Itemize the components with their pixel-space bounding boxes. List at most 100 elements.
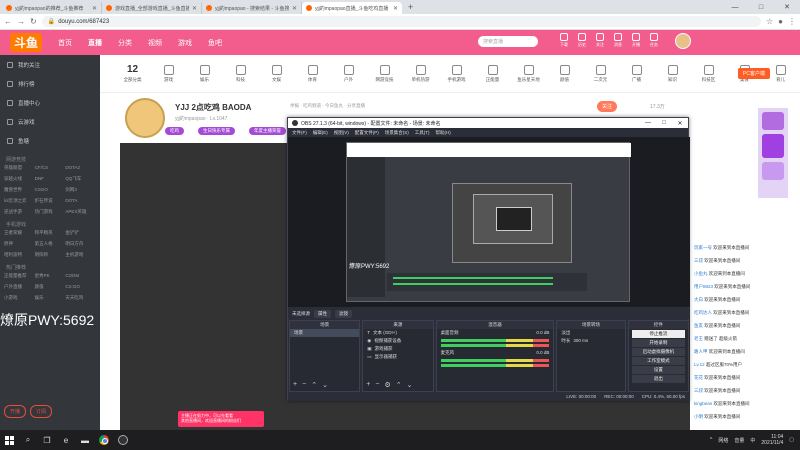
down-icon[interactable]: ⌄	[322, 381, 328, 389]
edge-icon[interactable]: e	[61, 435, 71, 445]
sidebar-game[interactable]: CSGO	[35, 187, 66, 193]
sidebar-game[interactable]: 逆战手游	[4, 209, 35, 215]
sidebar-item-cloudgame[interactable]: 云游戏	[0, 112, 100, 131]
sidebar-game[interactable]: DOTA	[65, 198, 96, 204]
subscribe-button[interactable]: 订阅	[30, 405, 53, 418]
transition-select[interactable]: 淡出	[557, 329, 624, 337]
room-meta[interactable]: 举报 · 吃鸡频道 · 今日鱼丸 · 分享直播	[290, 103, 365, 109]
follow-button[interactable]: 关注	[597, 101, 618, 112]
anchor-avatar[interactable]	[125, 98, 165, 138]
reload-icon[interactable]: ↻	[30, 17, 37, 26]
clock[interactable]: 11:04 2021/11/4	[761, 434, 783, 446]
category-item[interactable]: 单机热游	[408, 64, 433, 83]
sidebar-game[interactable]: lol云顶之弈	[4, 198, 35, 204]
category-item[interactable]: 育儿	[768, 64, 793, 83]
sidebar-game[interactable]: DOTA2	[65, 165, 96, 171]
scene-item[interactable]: 场景	[290, 329, 360, 337]
category-item[interactable]: 手机游戏	[444, 64, 469, 83]
close-tab-icon[interactable]: ✕	[292, 5, 297, 12]
sidebar-game[interactable]: CODM	[65, 273, 96, 279]
obs-menu-file[interactable]: 文件(F)	[292, 130, 307, 136]
broadcast-button[interactable]: 开播	[632, 33, 640, 48]
download-button[interactable]: 下载	[560, 33, 568, 48]
start-recording-button[interactable]: 开始录制	[631, 339, 686, 347]
obs-menu-edit[interactable]: 编辑(E)	[313, 130, 328, 136]
follow-list-button[interactable]: 关注	[596, 33, 604, 48]
notice-bubble[interactable]: 主播正在努力中，可以先看看 其他直播间，欢迎直播间的粉丝们	[178, 411, 264, 427]
network-icon[interactable]: 网络	[718, 437, 728, 444]
close-tab-icon[interactable]: ✕	[192, 5, 197, 12]
sidebar-game[interactable]: 和平精英	[35, 230, 66, 236]
source-item[interactable]: ▭ 显示器捕获	[363, 353, 432, 361]
sidebar-item-rank[interactable]: 排行榜	[0, 74, 100, 93]
room-tag[interactable]: 年度主播荣誉	[249, 127, 286, 135]
pc-client-button[interactable]: PC客户端	[738, 68, 770, 79]
file-explorer-icon[interactable]: ▬	[80, 435, 90, 445]
sidebar-game[interactable]: 魔兽世界	[4, 187, 35, 193]
nav-home[interactable]: 首页	[58, 38, 72, 48]
remove-icon[interactable]: −	[302, 381, 306, 389]
sidebar-game[interactable]: APEX英雄	[65, 209, 96, 215]
sidebar-game[interactable]: 正能量推荐	[4, 273, 35, 279]
sidebar-game[interactable]: 小游戏	[4, 295, 35, 301]
sidebar-game[interactable]: 第五人格	[35, 241, 66, 247]
all-categories[interactable]: 12 全部分类	[120, 64, 145, 83]
up-icon[interactable]: ⌃	[311, 381, 317, 389]
category-item[interactable]: 正能量	[480, 64, 505, 83]
volume-icon[interactable]: 音量	[734, 437, 744, 444]
category-item[interactable]: 广播	[624, 64, 649, 83]
task-button[interactable]: 任务	[650, 33, 658, 48]
sidebar-game[interactable]: 主机游戏	[65, 252, 96, 258]
sidebar-game[interactable]: 英雄联盟	[4, 165, 35, 171]
category-item[interactable]: 户外	[336, 64, 361, 83]
settings-button[interactable]: 设置	[631, 366, 686, 374]
category-item[interactable]: 娱乐	[192, 64, 217, 83]
category-item[interactable]: 网游竞技	[372, 64, 397, 83]
history-button[interactable]: 历史	[578, 33, 586, 48]
ime-icon[interactable]: 中	[750, 437, 755, 444]
obs-menu-tools[interactable]: 工具(T)	[415, 130, 430, 136]
volume-slider[interactable]	[440, 344, 550, 347]
search-input[interactable]: 搜索直播	[478, 36, 538, 47]
obs-minimize-button[interactable]: —	[640, 118, 656, 128]
stop-streaming-button[interactable]: 停止推流	[631, 330, 686, 338]
exit-button[interactable]: 退出	[631, 375, 686, 383]
volume-slider[interactable]	[440, 364, 550, 367]
browser-tab[interactable]: yjj的mpaopao的推荐_斗鱼推荐 ✕	[2, 2, 102, 14]
gear-icon[interactable]: ⚙	[384, 381, 390, 389]
url-input[interactable]: 🔒 douyu.com/687423	[41, 16, 761, 27]
forward-icon[interactable]: →	[17, 17, 25, 26]
nav-game[interactable]: 游戏	[178, 38, 192, 48]
sidebar-game[interactable]: 户外直播	[4, 284, 35, 290]
sidebar-game[interactable]: 王者荣耀	[4, 230, 35, 236]
browser-tab[interactable]: yjj的mpaopao - 搜索结果 - 斗鱼搜 ✕	[202, 2, 302, 14]
up-icon[interactable]: ⌃	[396, 381, 402, 389]
room-tag[interactable]: 生日快乐专属	[198, 127, 235, 135]
star-icon[interactable]: ☆	[766, 17, 773, 26]
notification-icon[interactable]: ▢	[789, 437, 794, 443]
room-tag[interactable]: 吃鸡	[165, 127, 184, 135]
browser-tab[interactable]: 游戏直播_全部游戏直播_斗鱼直播 ✕	[102, 2, 202, 14]
category-item[interactable]: 鱼乐星天地	[516, 64, 541, 83]
category-item[interactable]: 游戏	[156, 64, 181, 83]
message-button[interactable]: 消息	[614, 33, 622, 48]
browser-tab-active[interactable]: yjj的mpaopao直播_斗鱼吃鸡直播 ✕	[302, 2, 402, 14]
nav-yuba[interactable]: 鱼吧	[208, 38, 222, 48]
obs-menu-help[interactable]: 帮助(H)	[436, 130, 451, 136]
category-item[interactable]: 科技	[228, 64, 253, 83]
new-tab-button[interactable]: +	[402, 2, 419, 12]
search-icon[interactable]: ⌕	[23, 435, 33, 445]
obs-maximize-button[interactable]: □	[656, 118, 672, 128]
add-icon[interactable]: +	[366, 381, 370, 389]
chrome-taskbar-button[interactable]	[99, 435, 109, 445]
tray-chevron-icon[interactable]: ^	[710, 437, 712, 443]
sidebar-item-center[interactable]: 直播中心	[0, 93, 100, 112]
obs-menu-view[interactable]: 视图(V)	[334, 130, 349, 136]
obs-menu-scenes[interactable]: 场景集合(S)	[385, 130, 409, 136]
sidebar-game[interactable]: 哈利波特	[4, 252, 35, 258]
sidebar-game[interactable]: 穿越火线	[4, 176, 35, 182]
category-item[interactable]: 科技区	[696, 64, 721, 83]
obs-taskbar-button[interactable]	[118, 435, 128, 445]
down-icon[interactable]: ⌄	[407, 381, 413, 389]
back-icon[interactable]: ←	[4, 17, 12, 26]
